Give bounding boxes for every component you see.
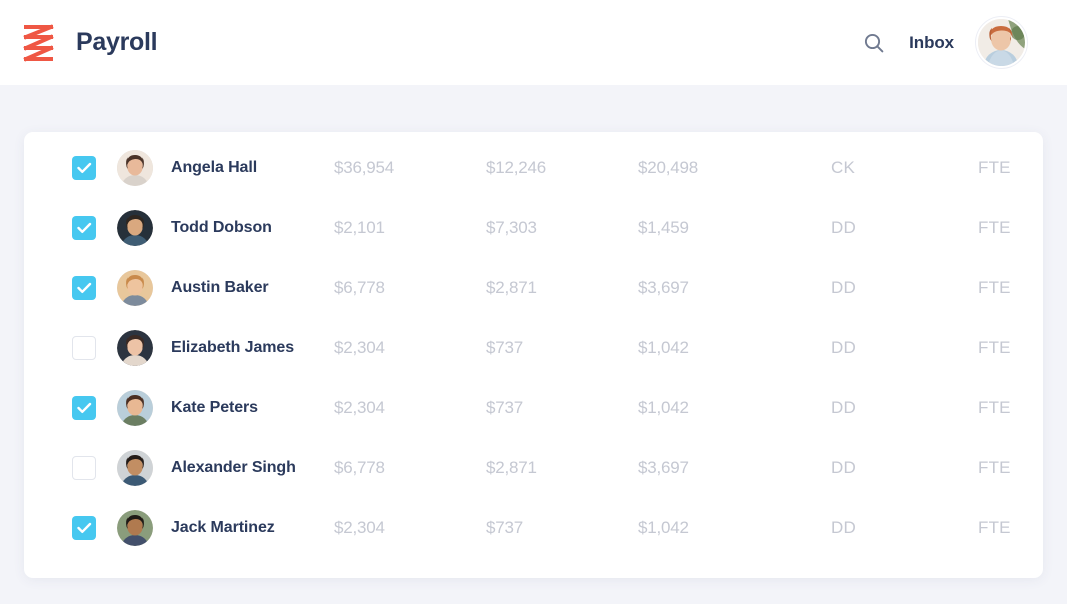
amount-column-3: $3,697 bbox=[638, 458, 689, 477]
row-checkbox-cell bbox=[72, 516, 98, 540]
amount-column-2: $2,871 bbox=[486, 458, 537, 477]
row-select-checkbox[interactable] bbox=[72, 156, 96, 180]
payment-method: DD bbox=[831, 278, 856, 297]
amount-column-3: $1,042 bbox=[638, 398, 689, 417]
table-row[interactable]: Jack Martinez $2,304 $737 $1,042 DD FTE bbox=[24, 498, 1043, 558]
row-select-checkbox[interactable] bbox=[72, 396, 96, 420]
amount-column-2: $7,303 bbox=[486, 218, 537, 237]
amount-column-3: $1,459 bbox=[638, 218, 689, 237]
payment-method: DD bbox=[831, 398, 856, 417]
amount-column-1: $2,304 bbox=[334, 398, 385, 417]
amount-column-1: $2,304 bbox=[334, 338, 385, 357]
amount-column-3: $20,498 bbox=[638, 158, 699, 177]
amount-column-1: $2,304 bbox=[334, 518, 385, 537]
amount-column-1: $36,954 bbox=[334, 158, 395, 177]
amount-column-3: $1,042 bbox=[638, 338, 689, 357]
employment-type: FTE bbox=[978, 218, 1011, 237]
avatar bbox=[117, 330, 153, 366]
brand: Payroll bbox=[22, 22, 158, 64]
payment-method: DD bbox=[831, 458, 856, 477]
table-row[interactable]: Austin Baker $6,778 $2,871 $3,697 DD FTE bbox=[24, 258, 1043, 318]
amount-column-1: $6,778 bbox=[334, 458, 385, 477]
employment-type: FTE bbox=[978, 518, 1011, 537]
row-select-checkbox[interactable] bbox=[72, 456, 96, 480]
table-row[interactable]: Alexander Singh $6,778 $2,871 $3,697 DD FTE bbox=[24, 438, 1043, 498]
avatar bbox=[117, 210, 153, 246]
payment-method: DD bbox=[831, 518, 856, 537]
row-avatar-cell bbox=[98, 210, 153, 246]
payment-method: DD bbox=[831, 338, 856, 357]
employee-name: Austin Baker bbox=[171, 279, 269, 296]
avatar bbox=[117, 450, 153, 486]
zenefits-zigzag-logo-icon bbox=[22, 22, 56, 64]
row-avatar-cell bbox=[98, 330, 153, 366]
amount-column-1: $2,101 bbox=[334, 218, 385, 237]
employment-type: FTE bbox=[978, 158, 1011, 177]
employee-name: Todd Dobson bbox=[171, 219, 272, 236]
amount-column-2: $737 bbox=[486, 398, 524, 417]
amount-column-3: $1,042 bbox=[638, 518, 689, 537]
amount-column-2: $737 bbox=[486, 518, 524, 537]
header-actions: Inbox bbox=[861, 17, 1027, 68]
employment-type: FTE bbox=[978, 458, 1011, 477]
employment-type: FTE bbox=[978, 398, 1011, 417]
row-checkbox-cell bbox=[72, 276, 98, 300]
row-select-checkbox[interactable] bbox=[72, 336, 96, 360]
row-select-checkbox[interactable] bbox=[72, 276, 96, 300]
amount-column-2: $12,246 bbox=[486, 158, 547, 177]
payroll-table-card: Angela Hall $36,954 $12,246 $20,498 CK FTE Tod… bbox=[24, 132, 1043, 578]
row-checkbox-cell bbox=[72, 456, 98, 480]
amount-column-3: $3,697 bbox=[638, 278, 689, 297]
inbox-link[interactable]: Inbox bbox=[909, 33, 954, 53]
employment-type: FTE bbox=[978, 278, 1011, 297]
content-area: Angela Hall $36,954 $12,246 $20,498 CK FTE Tod… bbox=[0, 85, 1067, 604]
row-checkbox-cell bbox=[72, 396, 98, 420]
amount-column-2: $737 bbox=[486, 338, 524, 357]
employee-name: Kate Peters bbox=[171, 399, 258, 416]
app-header: Payroll Inbox bbox=[0, 0, 1067, 85]
employee-name: Jack Martinez bbox=[171, 519, 275, 536]
row-avatar-cell bbox=[98, 390, 153, 426]
row-select-checkbox[interactable] bbox=[72, 516, 96, 540]
row-checkbox-cell bbox=[72, 156, 98, 180]
page-title: Payroll bbox=[76, 28, 158, 56]
row-checkbox-cell bbox=[72, 336, 98, 360]
row-avatar-cell bbox=[98, 510, 153, 546]
payment-method: CK bbox=[831, 158, 856, 177]
employee-name: Elizabeth James bbox=[171, 339, 295, 356]
row-avatar-cell bbox=[98, 450, 153, 486]
row-avatar-cell bbox=[98, 150, 153, 186]
table-row[interactable]: Kate Peters $2,304 $737 $1,042 DD FTE bbox=[24, 378, 1043, 438]
avatar bbox=[117, 390, 153, 426]
table-row[interactable]: Todd Dobson $2,101 $7,303 $1,459 DD FTE bbox=[24, 198, 1043, 258]
employment-type: FTE bbox=[978, 338, 1011, 357]
row-avatar-cell bbox=[98, 270, 153, 306]
payment-method: DD bbox=[831, 218, 856, 237]
amount-column-1: $6,778 bbox=[334, 278, 385, 297]
avatar[interactable] bbox=[976, 17, 1027, 68]
employee-name: Angela Hall bbox=[171, 159, 258, 176]
table-row[interactable]: Angela Hall $36,954 $12,246 $20,498 CK FTE bbox=[24, 138, 1043, 198]
row-checkbox-cell bbox=[72, 216, 98, 240]
avatar bbox=[117, 270, 153, 306]
table-row[interactable]: Elizabeth James $2,304 $737 $1,042 DD FTE bbox=[24, 318, 1043, 378]
search-icon[interactable] bbox=[861, 30, 887, 56]
avatar bbox=[117, 510, 153, 546]
row-select-checkbox[interactable] bbox=[72, 216, 96, 240]
amount-column-2: $2,871 bbox=[486, 278, 537, 297]
employee-name: Alexander Singh bbox=[171, 459, 296, 476]
avatar bbox=[117, 150, 153, 186]
